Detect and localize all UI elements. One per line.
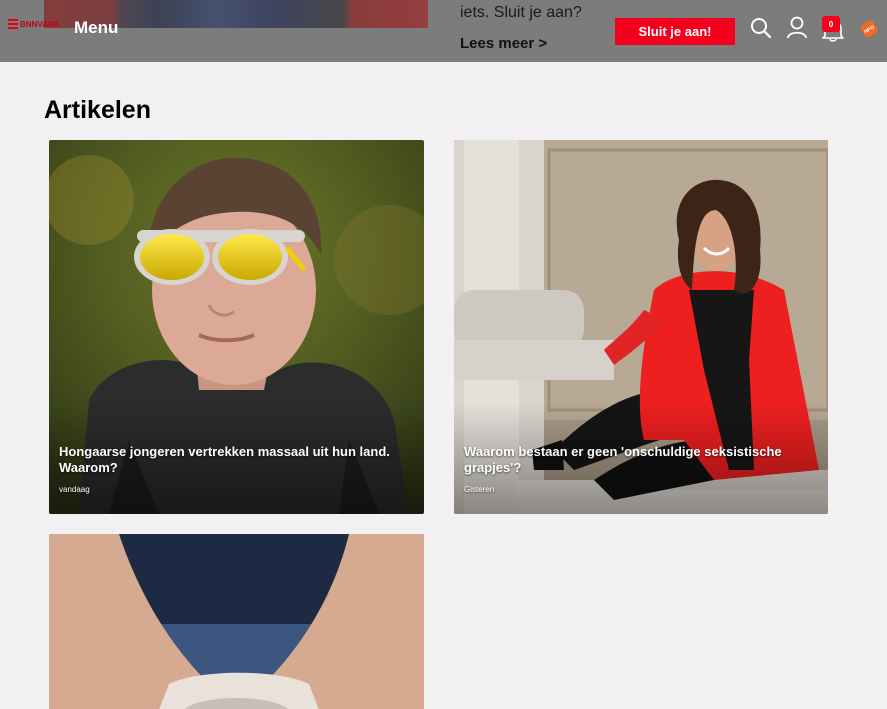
- section-title: Artikelen: [44, 96, 151, 124]
- npo-icon: NPO: [860, 20, 878, 38]
- article-image: [49, 534, 424, 709]
- read-more-link[interactable]: Lees meer >: [460, 35, 547, 52]
- logo-text: BNNVARA: [20, 19, 60, 29]
- article-date: Gisteren: [464, 485, 495, 494]
- site-header: iets. Sluit je aan? Lees meer > BNNVARA …: [0, 0, 887, 62]
- join-button[interactable]: Sluit je aan!: [615, 18, 735, 45]
- article-card[interactable]: Waarom bestaan er geen 'onschuldige seks…: [454, 140, 828, 514]
- account-button[interactable]: [786, 16, 808, 40]
- article-title: Waarom bestaan er geen 'onschuldige seks…: [464, 444, 782, 475]
- promo-text: iets. Sluit je aan?: [460, 4, 582, 21]
- npo-button[interactable]: NPO: [858, 18, 880, 40]
- notification-count-badge: 0: [822, 16, 840, 32]
- article-card[interactable]: Hongaarse jongeren vertrekken massaal ui…: [49, 140, 424, 514]
- user-icon: [787, 16, 807, 39]
- article-date: vandaag: [59, 485, 90, 494]
- search-icon: [751, 18, 772, 39]
- bnnvara-logo[interactable]: BNNVARA: [8, 19, 59, 29]
- search-button[interactable]: [750, 17, 772, 39]
- hamburger-logo-icon: [8, 19, 18, 29]
- article-title: Hongaarse jongeren vertrekken massaal ui…: [59, 444, 390, 475]
- menu-button[interactable]: Menu: [74, 18, 118, 38]
- article-card[interactable]: [49, 534, 424, 709]
